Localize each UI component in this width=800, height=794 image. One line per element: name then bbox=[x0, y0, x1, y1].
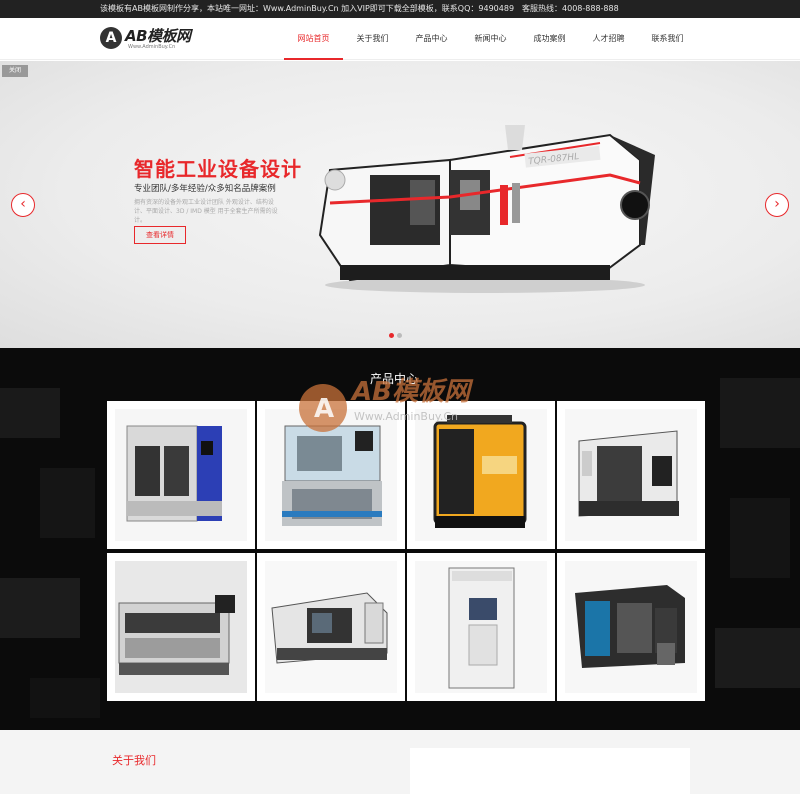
banner-description: 拥有资深的设备外观工业设计团队 外观设计、结构设计、平面设计、3D / IMD … bbox=[134, 199, 278, 224]
banner-title: 智能工业设备设计 bbox=[134, 157, 302, 181]
chevron-right-icon: › bbox=[774, 196, 780, 212]
about-title: 关于我们 bbox=[112, 754, 156, 767]
banner-next-button[interactable]: › bbox=[765, 193, 789, 217]
product-image bbox=[115, 409, 247, 541]
main-nav: 网站首页 关于我们 产品中心 新闻中心 成功案例 人才招聘 联系我们 bbox=[284, 18, 697, 60]
nav-item-about[interactable]: 关于我们 bbox=[343, 18, 402, 60]
product-card[interactable] bbox=[107, 401, 255, 549]
injection-machine-image: TQR-087HL bbox=[318, 125, 655, 293]
nav-item-products[interactable]: 产品中心 bbox=[402, 18, 461, 60]
about-section: 关于我们 bbox=[0, 730, 800, 794]
banner-prev-button[interactable]: ‹ bbox=[11, 193, 35, 217]
site-header: A AB模板网 Www.AdminBuy.Cn 网站首页 关于我们 产品中心 新… bbox=[0, 18, 800, 60]
watermark-logo: A AB模板网 Www.AdminBuy.Cn bbox=[299, 377, 474, 432]
banner-subtitle: 专业团队/多年经验/众多知名品牌案例 bbox=[134, 184, 276, 194]
banner-pagination bbox=[389, 333, 402, 338]
product-card[interactable] bbox=[107, 553, 255, 701]
product-image bbox=[415, 561, 547, 693]
top-notice-bar: 该模板有AB模板网制作分享，本站唯一网址：Www.AdminBuy.Cn 加入V… bbox=[0, 0, 800, 18]
product-card[interactable] bbox=[257, 553, 405, 701]
product-image bbox=[265, 561, 397, 693]
nav-item-cases[interactable]: 成功案例 bbox=[520, 18, 579, 60]
product-image bbox=[565, 561, 697, 693]
pagination-dot[interactable] bbox=[389, 333, 394, 338]
product-image bbox=[115, 561, 247, 693]
view-details-button[interactable]: 查看详情 bbox=[134, 226, 186, 244]
nav-item-news[interactable]: 新闻中心 bbox=[461, 18, 520, 60]
site-logo[interactable]: A AB模板网 Www.AdminBuy.Cn bbox=[100, 24, 200, 54]
nav-item-home[interactable]: 网站首页 bbox=[284, 18, 343, 60]
product-card[interactable] bbox=[557, 401, 705, 549]
pagination-dot[interactable] bbox=[397, 333, 402, 338]
watermark-url: Www.AdminBuy.Cn bbox=[354, 410, 458, 423]
product-card[interactable] bbox=[407, 553, 555, 701]
chevron-left-icon: ‹ bbox=[20, 196, 26, 212]
hero-banner: 关闭 TQR-087HL 智能工业设备设计 专业团队/多年经验/众多知名品牌案例… bbox=[0, 61, 800, 348]
nav-item-jobs[interactable]: 人才招聘 bbox=[579, 18, 638, 60]
svg-text:A: A bbox=[314, 394, 334, 424]
product-center-section: 产品中心 A AB模板网 Www.AdminBuy.Cn bbox=[0, 348, 800, 730]
watermark-text: AB模板网 bbox=[350, 377, 474, 407]
product-image bbox=[565, 409, 697, 541]
about-image-panel bbox=[410, 748, 690, 794]
logo-url: Www.AdminBuy.Cn bbox=[128, 44, 176, 50]
banner-close-button[interactable]: 关闭 bbox=[2, 65, 28, 77]
top-notice-text: 该模板有AB模板网制作分享，本站唯一网址：Www.AdminBuy.Cn 加入V… bbox=[100, 4, 619, 13]
logo-name: AB模板网 bbox=[125, 27, 191, 45]
product-card[interactable] bbox=[557, 553, 705, 701]
nav-item-contact[interactable]: 联系我们 bbox=[638, 18, 697, 60]
logo-mark: A bbox=[100, 27, 122, 49]
